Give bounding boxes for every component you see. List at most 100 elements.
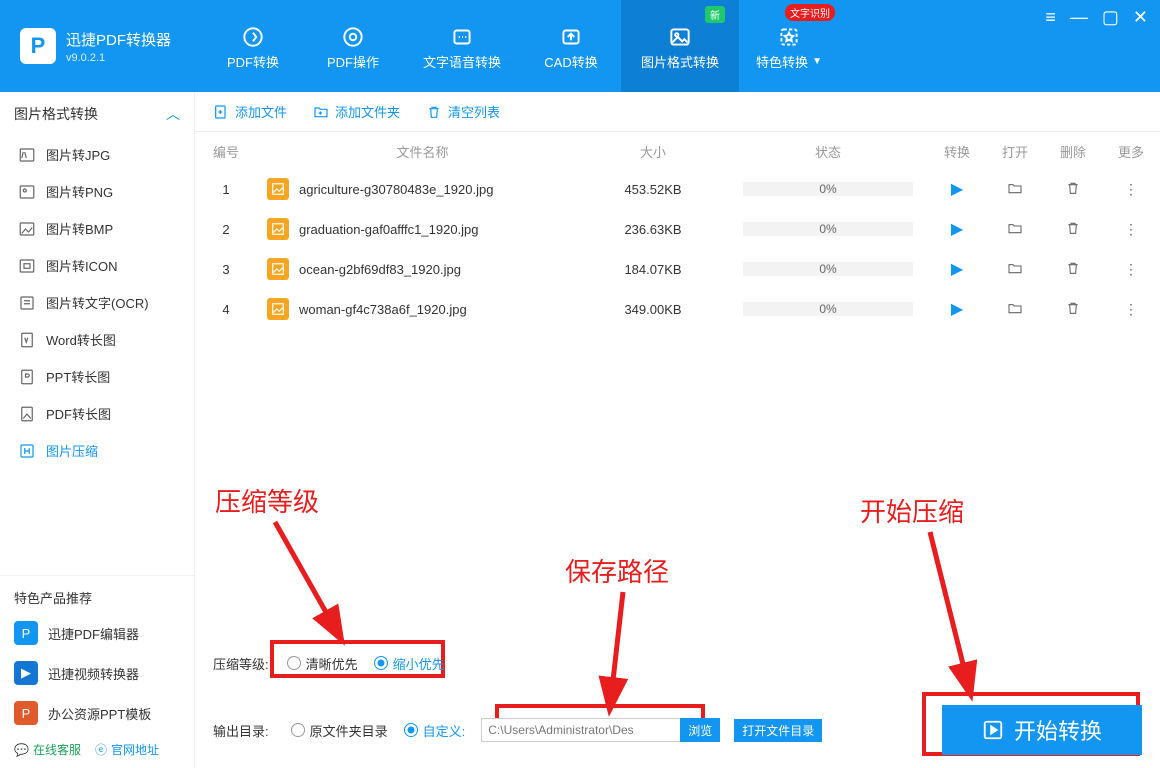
radio-clarity[interactable]: 清晰优先 bbox=[287, 654, 358, 673]
file-size: 349.00KB bbox=[578, 302, 728, 317]
ie-icon: ⓔ bbox=[95, 741, 107, 758]
close-icon[interactable]: ✕ bbox=[1133, 8, 1148, 26]
radio-orig-dir[interactable]: 原文件夹目录 bbox=[291, 721, 388, 740]
sidebar-item-word[interactable]: Word转长图 bbox=[0, 321, 194, 358]
menu-icon[interactable]: ≡ bbox=[1045, 8, 1056, 26]
open-dir-button[interactable]: 打开文件目录 bbox=[734, 719, 822, 742]
top-tabs: PDF转换 PDF操作 文字语音转换 CAD转换 图片格式转换 新 特色转换▼ … bbox=[203, 0, 839, 92]
promo-ppt[interactable]: P办公资源PPT模板 bbox=[0, 693, 194, 733]
chat-icon: 💬 bbox=[14, 743, 29, 757]
tab-cad[interactable]: CAD转换 bbox=[521, 0, 621, 92]
link-website[interactable]: ⓔ官网地址 bbox=[95, 741, 159, 758]
badge-new: 新 bbox=[705, 6, 725, 23]
annotation-path: 保存路径 bbox=[565, 552, 669, 589]
file-name: ocean-g2bf69df83_1920.jpg bbox=[299, 262, 461, 277]
promo-video[interactable]: ▶迅捷视频转换器 bbox=[0, 653, 194, 693]
minimize-icon[interactable]: — bbox=[1070, 8, 1088, 26]
sidebar-item-bmp[interactable]: 图片转BMP bbox=[0, 210, 194, 247]
sidebar: 图片格式转换 ︿ 图片转JPG 图片转PNG 图片转BMP 图片转ICON 图片… bbox=[0, 92, 195, 768]
table-row: 4 woman-gf4c738a6f_1920.jpg 349.00KB 0% … bbox=[195, 289, 1160, 329]
browse-button[interactable]: 浏览 bbox=[680, 718, 720, 742]
delete-button[interactable] bbox=[1065, 184, 1081, 199]
app-logo-icon: P bbox=[20, 28, 56, 64]
table-row: 1 agriculture-g30780483e_1920.jpg 453.52… bbox=[195, 169, 1160, 209]
more-button[interactable]: ⋮ bbox=[1124, 261, 1138, 277]
output-path-input[interactable]: C:\Users\Administrator\Des bbox=[481, 718, 681, 742]
convert-button[interactable]: ▶ bbox=[951, 181, 963, 198]
sidebar-item-icon[interactable]: 图片转ICON bbox=[0, 247, 194, 284]
add-folder-button[interactable]: 添加文件夹 bbox=[313, 102, 400, 121]
app-version: v9.0.2.1 bbox=[66, 52, 171, 64]
delete-button[interactable] bbox=[1065, 264, 1081, 279]
convert-button[interactable]: ▶ bbox=[951, 261, 963, 278]
clear-list-button[interactable]: 清空列表 bbox=[426, 102, 500, 121]
file-size: 184.07KB bbox=[578, 262, 728, 277]
promo-head: 特色产品推荐 bbox=[0, 575, 194, 613]
table-body: 1 agriculture-g30780483e_1920.jpg 453.52… bbox=[195, 169, 1160, 329]
open-button[interactable] bbox=[1007, 224, 1023, 239]
convert-button[interactable]: ▶ bbox=[951, 301, 963, 318]
gear-icon bbox=[340, 22, 366, 52]
open-button[interactable] bbox=[1007, 304, 1023, 319]
progress-bar: 0% bbox=[743, 222, 913, 236]
more-button[interactable]: ⋮ bbox=[1124, 221, 1138, 237]
open-button[interactable] bbox=[1007, 184, 1023, 199]
tab-text-speech[interactable]: 文字语音转换 bbox=[403, 0, 521, 92]
topbar: P 迅捷PDF转换器 v9.0.2.1 PDF转换 PDF操作 文字语音转换 C… bbox=[0, 0, 1160, 92]
upload-icon bbox=[558, 22, 584, 52]
chevron-up-icon: ︿ bbox=[166, 104, 180, 124]
window-controls: ≡ — ▢ ✕ bbox=[1045, 0, 1160, 92]
sidebar-item-ocr[interactable]: 图片转文字(OCR) bbox=[0, 284, 194, 321]
sidebar-item-jpg[interactable]: 图片转JPG bbox=[0, 136, 194, 173]
image-thumb-icon bbox=[267, 178, 289, 200]
badge-ocr: 文字识别 bbox=[785, 4, 835, 21]
chevron-down-icon: ▼ bbox=[812, 56, 822, 67]
compress-label: 压缩等级: bbox=[213, 654, 269, 673]
tab-special[interactable]: 特色转换▼ 文字识别 bbox=[739, 0, 839, 92]
tab-pdf-operate[interactable]: PDF操作 bbox=[303, 0, 403, 92]
file-name: agriculture-g30780483e_1920.jpg bbox=[299, 182, 493, 197]
progress-bar: 0% bbox=[743, 302, 913, 316]
sidebar-item-pdf[interactable]: PDF转长图 bbox=[0, 395, 194, 432]
refresh-icon bbox=[240, 22, 266, 52]
app-brand: P 迅捷PDF转换器 v9.0.2.1 bbox=[0, 0, 187, 92]
image-thumb-icon bbox=[267, 218, 289, 240]
radio-shrink[interactable]: 缩小优先 bbox=[374, 654, 445, 673]
open-button[interactable] bbox=[1007, 264, 1023, 279]
link-service[interactable]: 💬在线客服 bbox=[14, 741, 81, 758]
table-header: 编号 文件名称 大小 状态 转换 打开 删除 更多 bbox=[195, 132, 1160, 169]
table-row: 3 ocean-g2bf69df83_1920.jpg 184.07KB 0% … bbox=[195, 249, 1160, 289]
toolbar: 添加文件 添加文件夹 清空列表 bbox=[195, 92, 1160, 132]
tab-image-convert[interactable]: 图片格式转换 新 bbox=[621, 0, 739, 92]
table-row: 2 graduation-gaf0afffc1_1920.jpg 236.63K… bbox=[195, 209, 1160, 249]
image-thumb-icon bbox=[267, 298, 289, 320]
file-size: 236.63KB bbox=[578, 222, 728, 237]
sidebar-item-ppt[interactable]: PPT转长图 bbox=[0, 358, 194, 395]
main: 添加文件 添加文件夹 清空列表 编号 文件名称 大小 状态 转换 打开 删除 更… bbox=[195, 92, 1160, 768]
annotation-level: 压缩等级 bbox=[215, 482, 319, 519]
sidebar-head[interactable]: 图片格式转换 ︿ bbox=[0, 92, 194, 136]
image-thumb-icon bbox=[267, 258, 289, 280]
more-button[interactable]: ⋮ bbox=[1124, 301, 1138, 317]
start-convert-button[interactable]: 开始转换 bbox=[942, 705, 1142, 755]
add-file-button[interactable]: 添加文件 bbox=[213, 102, 287, 121]
file-name: graduation-gaf0afffc1_1920.jpg bbox=[299, 222, 479, 237]
progress-bar: 0% bbox=[743, 262, 913, 276]
tab-pdf-convert[interactable]: PDF转换 bbox=[203, 0, 303, 92]
sidebar-item-png[interactable]: 图片转PNG bbox=[0, 173, 194, 210]
play-icon bbox=[982, 719, 1004, 741]
audio-icon bbox=[449, 22, 475, 52]
more-button[interactable]: ⋮ bbox=[1124, 181, 1138, 197]
star-icon bbox=[776, 22, 802, 52]
annotation-start: 开始压缩 bbox=[860, 492, 964, 529]
file-size: 453.52KB bbox=[578, 182, 728, 197]
file-name: woman-gf4c738a6f_1920.jpg bbox=[299, 302, 467, 317]
image-icon bbox=[667, 22, 693, 52]
delete-button[interactable] bbox=[1065, 224, 1081, 239]
delete-button[interactable] bbox=[1065, 304, 1081, 319]
sidebar-item-compress[interactable]: 图片压缩 bbox=[0, 432, 194, 469]
maximize-icon[interactable]: ▢ bbox=[1102, 8, 1119, 26]
promo-pdf-editor[interactable]: P迅捷PDF编辑器 bbox=[0, 613, 194, 653]
radio-custom-dir[interactable]: 自定义: bbox=[404, 721, 466, 740]
convert-button[interactable]: ▶ bbox=[951, 221, 963, 238]
